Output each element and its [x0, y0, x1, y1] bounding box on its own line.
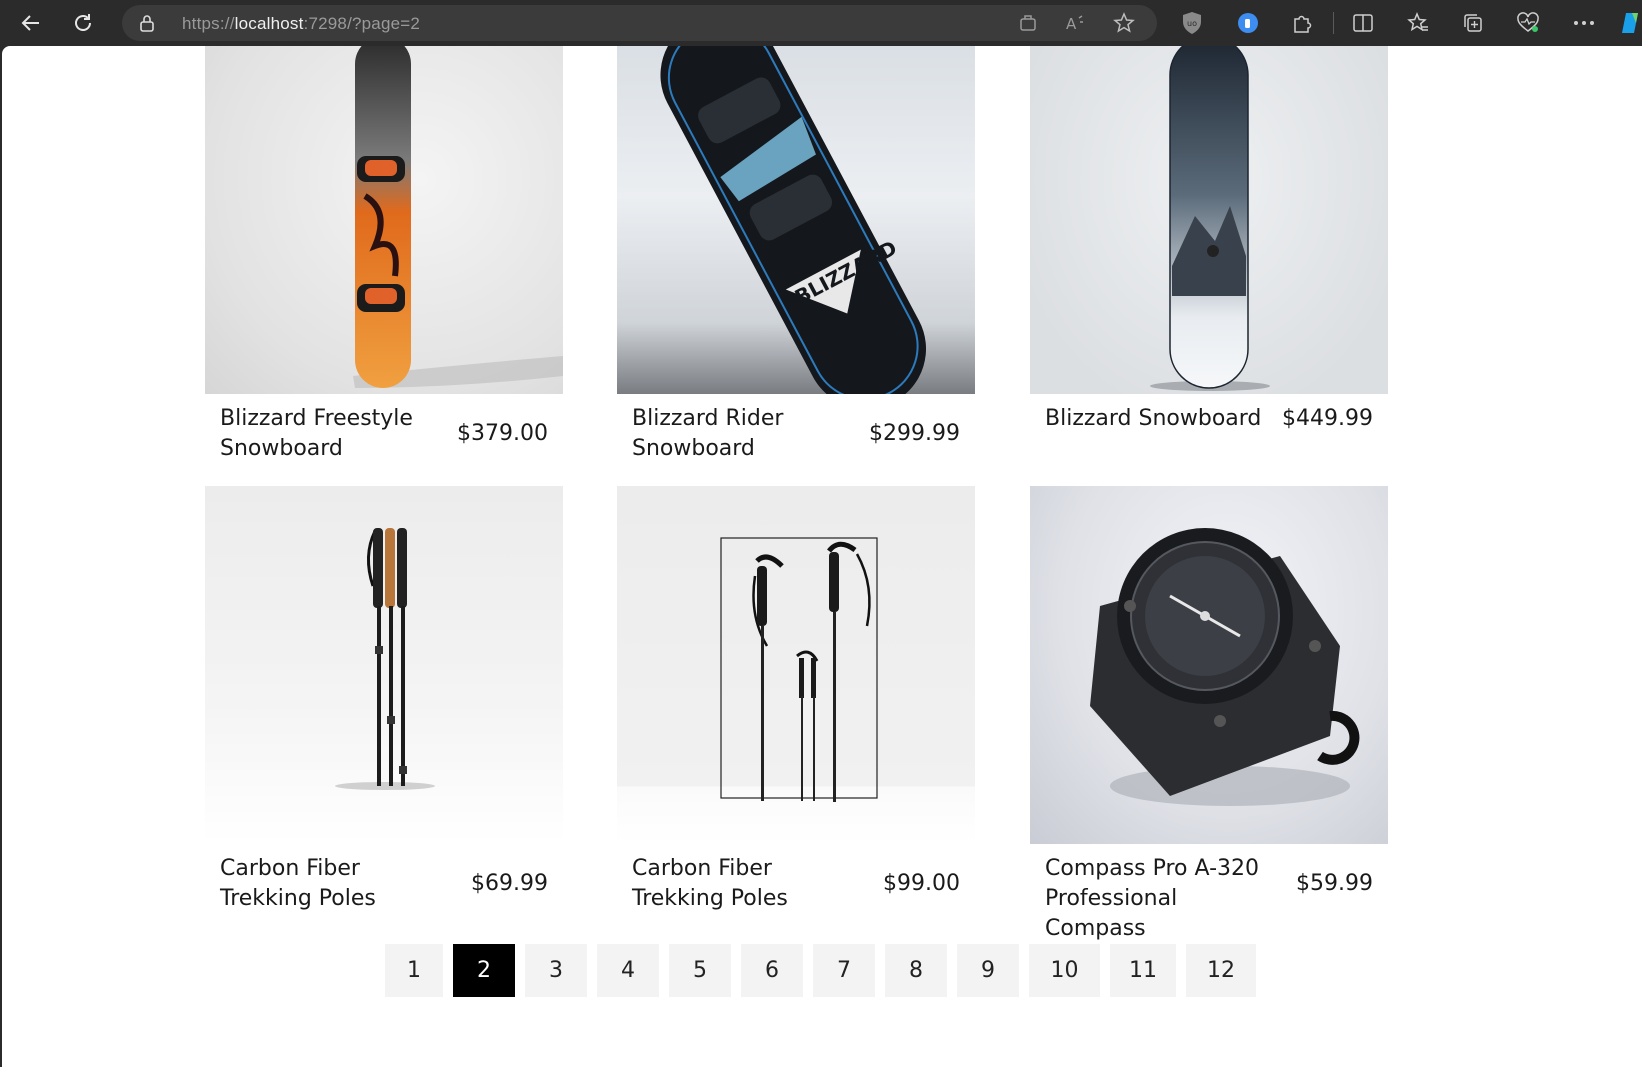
product-meta: Carbon Fiber Trekking Poles $69.99: [205, 844, 563, 914]
page-viewport: Blizzard Freestyle Snowboard $379.00 BLI…: [2, 46, 1642, 1067]
toolbar-divider: [1333, 12, 1334, 34]
page-link-3[interactable]: 3: [525, 944, 587, 997]
favorite-star-icon[interactable]: [1110, 9, 1138, 37]
product-image[interactable]: [1030, 46, 1388, 394]
page-link-7[interactable]: 7: [813, 944, 875, 997]
snowboard-illustration: BLIZZARD: [617, 46, 975, 394]
page-link-4[interactable]: 4: [597, 944, 659, 997]
trekking-poles-illustration: [720, 537, 878, 802]
product-image[interactable]: [617, 486, 975, 844]
product-card[interactable]: Blizzard Freestyle Snowboard $379.00: [205, 46, 563, 464]
page-link-9[interactable]: 9: [957, 944, 1019, 997]
back-arrow-icon[interactable]: [17, 9, 45, 37]
url-text[interactable]: https://localhost:7298/?page=2: [182, 14, 420, 34]
snowboard-illustration: [353, 46, 563, 388]
product-name[interactable]: Carbon Fiber Trekking Poles: [632, 854, 862, 914]
product-image[interactable]: BLIZZARD: [617, 46, 975, 394]
product-meta: Compass Pro A-320 Professional Compass $…: [1030, 844, 1388, 944]
product-image[interactable]: [1030, 486, 1388, 844]
product-card[interactable]: Compass Pro A-320 Professional Compass $…: [1030, 486, 1388, 944]
split-screen-icon[interactable]: [1349, 9, 1377, 37]
browser-essentials-heart-icon[interactable]: [1514, 9, 1542, 37]
product-meta: Blizzard Snowboard $449.99: [1030, 394, 1388, 434]
page-link-10[interactable]: 10: [1029, 944, 1100, 997]
product-meta: Blizzard Rider Snowboard $299.99: [617, 394, 975, 464]
product-image[interactable]: [205, 486, 563, 844]
trekking-poles-illustration: [335, 528, 435, 790]
browser-toolbar: https://localhost:7298/?page=2 A uo: [0, 0, 1642, 46]
product-card[interactable]: Blizzard Snowboard $449.99: [1030, 46, 1388, 434]
page-link-2-current[interactable]: 2: [453, 944, 515, 997]
ublock-shield-icon[interactable]: uo: [1178, 9, 1206, 37]
product-price: $69.99: [471, 871, 548, 896]
extensions-puzzle-icon[interactable]: [1288, 9, 1316, 37]
copilot-icon[interactable]: [1618, 9, 1642, 37]
product-meta: Blizzard Freestyle Snowboard $379.00: [205, 394, 563, 464]
svg-text:A: A: [1066, 15, 1077, 33]
page-link-8[interactable]: 8: [885, 944, 947, 997]
url-path: :7298/?page=2: [303, 14, 421, 33]
compass-illustration: [1090, 528, 1360, 806]
password-manager-icon[interactable]: [1234, 9, 1262, 37]
url-scheme: https://: [182, 14, 235, 33]
product-name[interactable]: Blizzard Freestyle Snowboard: [220, 404, 450, 464]
page-link-6[interactable]: 6: [741, 944, 803, 997]
product-price: $299.99: [869, 421, 960, 446]
url-host: localhost: [234, 14, 304, 33]
page-link-11[interactable]: 11: [1110, 944, 1176, 997]
page-link-12[interactable]: 12: [1186, 944, 1256, 997]
product-price: $59.99: [1296, 871, 1373, 896]
product-price: $99.00: [883, 871, 960, 896]
address-bar[interactable]: https://localhost:7298/?page=2 A: [122, 5, 1157, 41]
product-card[interactable]: Carbon Fiber Trekking Poles $99.00: [617, 486, 975, 914]
product-name[interactable]: Blizzard Snowboard: [1045, 404, 1275, 434]
svg-text:uo: uo: [1187, 19, 1197, 28]
lock-icon[interactable]: [138, 14, 156, 37]
more-options-icon[interactable]: [1570, 9, 1598, 37]
product-price: $449.99: [1282, 406, 1373, 431]
page-link-5[interactable]: 5: [669, 944, 731, 997]
app-available-icon[interactable]: [1014, 9, 1042, 37]
product-name[interactable]: Blizzard Rider Snowboard: [632, 404, 862, 464]
snowboard-illustration: [1150, 46, 1270, 391]
product-name[interactable]: Carbon Fiber Trekking Poles: [220, 854, 450, 914]
page-link-1[interactable]: 1: [385, 944, 443, 997]
favorites-list-icon[interactable]: [1404, 9, 1432, 37]
collections-icon[interactable]: [1459, 9, 1487, 37]
read-aloud-icon[interactable]: A: [1062, 9, 1090, 37]
reload-icon[interactable]: [69, 9, 97, 37]
product-image[interactable]: [205, 46, 563, 394]
product-meta: Carbon Fiber Trekking Poles $99.00: [617, 844, 975, 914]
product-card[interactable]: Carbon Fiber Trekking Poles $69.99: [205, 486, 563, 914]
product-price: $379.00: [457, 421, 548, 446]
product-name[interactable]: Compass Pro A-320 Professional Compass: [1045, 854, 1275, 944]
product-card[interactable]: BLIZZARD Blizzard Rider Snowboard $299.9…: [617, 46, 975, 464]
pagination: 1 2 3 4 5 6 7 8 9 10 11 12: [385, 944, 1256, 997]
